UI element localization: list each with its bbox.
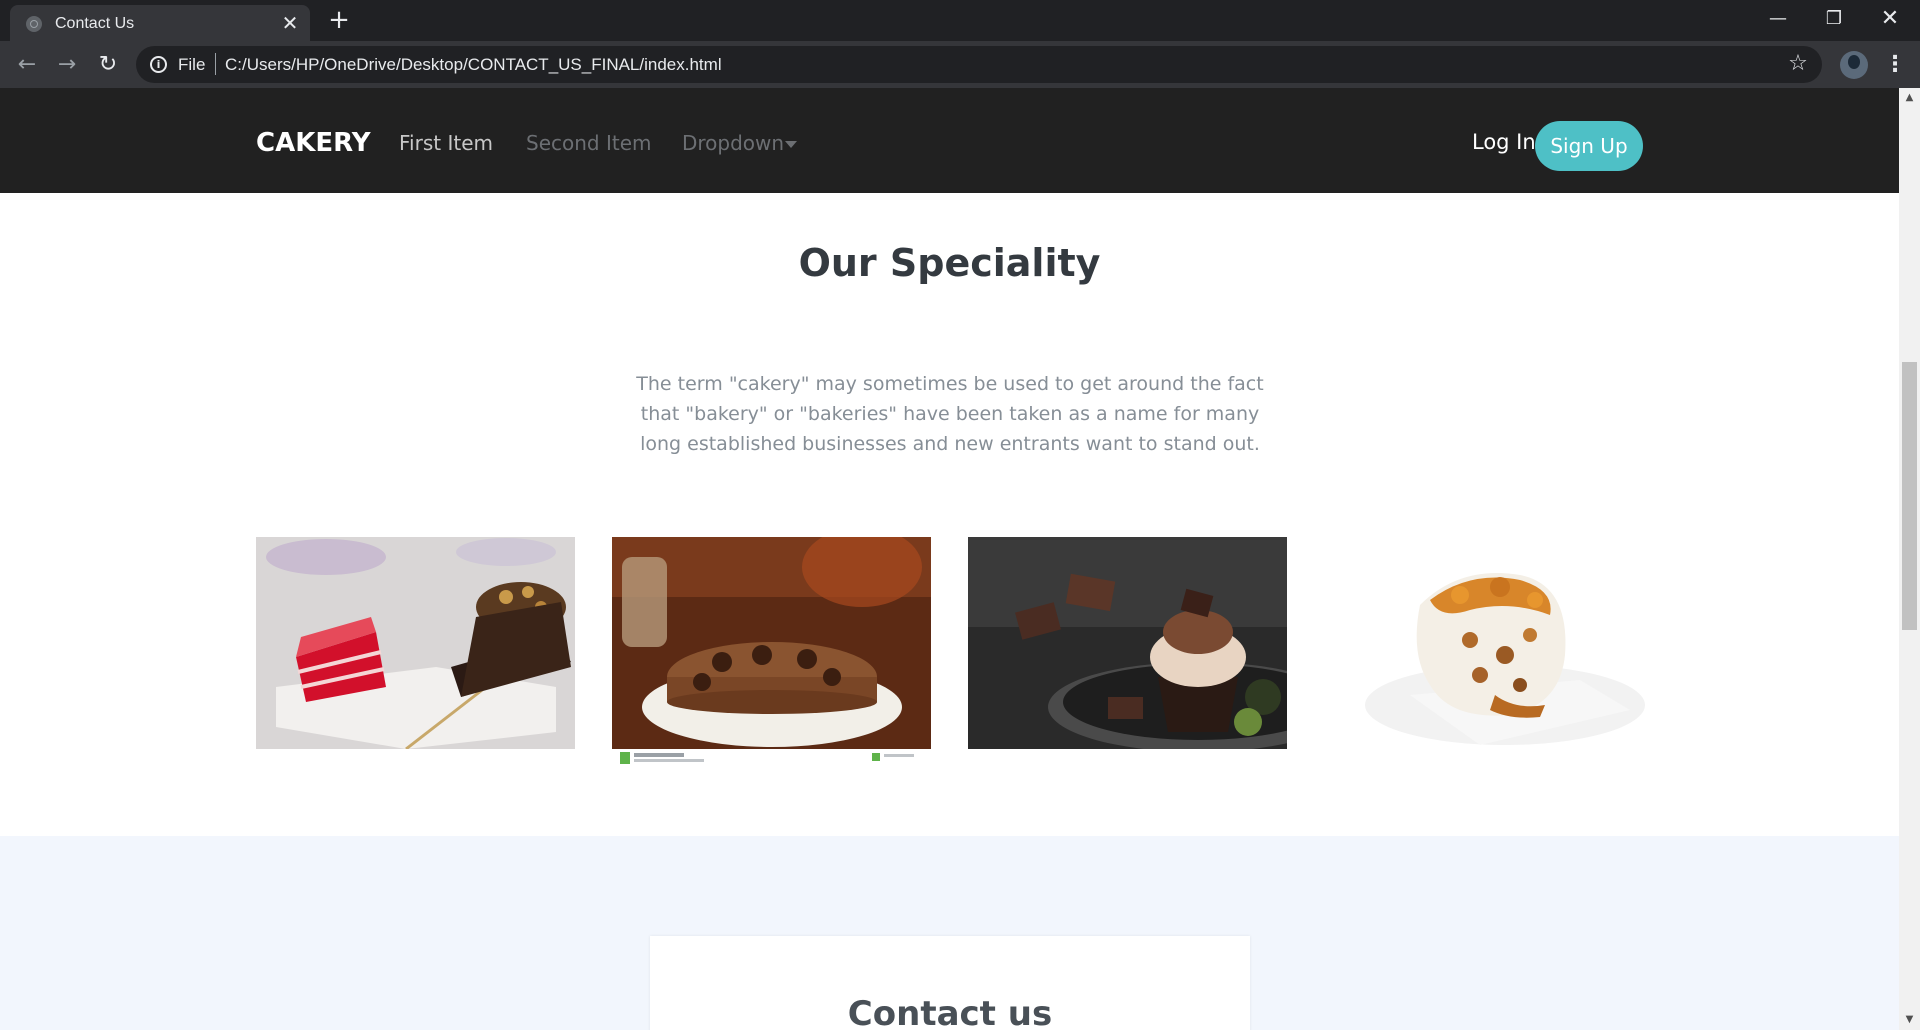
section-title: Our Speciality (798, 241, 1101, 285)
new-tab-button[interactable]: + (325, 6, 353, 34)
red-velvet-and-chocolate-cake-image (256, 537, 575, 749)
url-separator (215, 53, 216, 75)
profile-avatar[interactable] (1840, 51, 1868, 79)
carrot-cake-slice-image (1330, 545, 1650, 749)
scrollbar-thumb[interactable] (1902, 362, 1917, 630)
section-description: The term "cakery" may sometimes be used … (636, 373, 1264, 455)
login-link[interactable]: Log In (1472, 130, 1536, 154)
reload-icon[interactable]: ↻ (94, 51, 122, 79)
url-scheme-label: File (178, 55, 206, 74)
signup-button[interactable]: Sign Up (1535, 121, 1643, 171)
browser-tab[interactable]: Contact Us ✕ (10, 5, 310, 41)
scroll-down-arrow-icon[interactable]: ▼ (1899, 1014, 1920, 1026)
info-icon[interactable]: i (150, 56, 167, 73)
address-bar[interactable]: i File C:/Users/HP/OneDrive/Desktop/CONT… (136, 46, 1822, 83)
scroll-up-arrow-icon[interactable]: ▲ (1899, 92, 1920, 104)
globe-icon (26, 16, 42, 32)
caret-down-icon[interactable] (785, 141, 797, 148)
brand-logo[interactable]: CAKERY (256, 128, 371, 158)
tab-title: Contact Us (55, 15, 135, 32)
browser-toolbar: ← → ↻ i File C:/Users/HP/OneDrive/Deskto… (0, 41, 1920, 88)
contact-title: Contact us (847, 994, 1053, 1030)
bookmark-star-icon[interactable]: ☆ (1786, 52, 1810, 76)
contact-card: Contact us (650, 936, 1250, 1030)
chocolate-cupcake-image (968, 537, 1287, 749)
browser-menu-icon[interactable]: ⋮ (1884, 51, 1906, 79)
nav-dropdown[interactable]: Dropdown (682, 131, 784, 155)
minimize-window-button[interactable]: — (1750, 0, 1806, 41)
vertical-scrollbar[interactable]: ▲ ▼ (1899, 88, 1920, 1030)
chocolate-cake-on-plate-image (612, 537, 931, 769)
nav-first-item[interactable]: First Item (399, 131, 493, 155)
forward-arrow-icon[interactable]: → (53, 51, 81, 79)
close-window-button[interactable]: ✕ (1862, 0, 1918, 41)
maximize-window-button[interactable]: ❐ (1806, 0, 1862, 41)
browser-tabstrip: Contact Us ✕ + — ❐ ✕ (0, 0, 1920, 41)
page-viewport: CAKERY First Item Second Item Dropdown L… (0, 88, 1899, 1030)
tab-close-icon[interactable]: ✕ (278, 11, 302, 35)
site-navbar: CAKERY First Item Second Item Dropdown L… (0, 88, 1899, 193)
nav-second-item[interactable]: Second Item (526, 131, 652, 155)
url-text[interactable]: C:/Users/HP/OneDrive/Desktop/CONTACT_US_… (225, 55, 722, 75)
back-arrow-icon[interactable]: ← (13, 51, 41, 79)
